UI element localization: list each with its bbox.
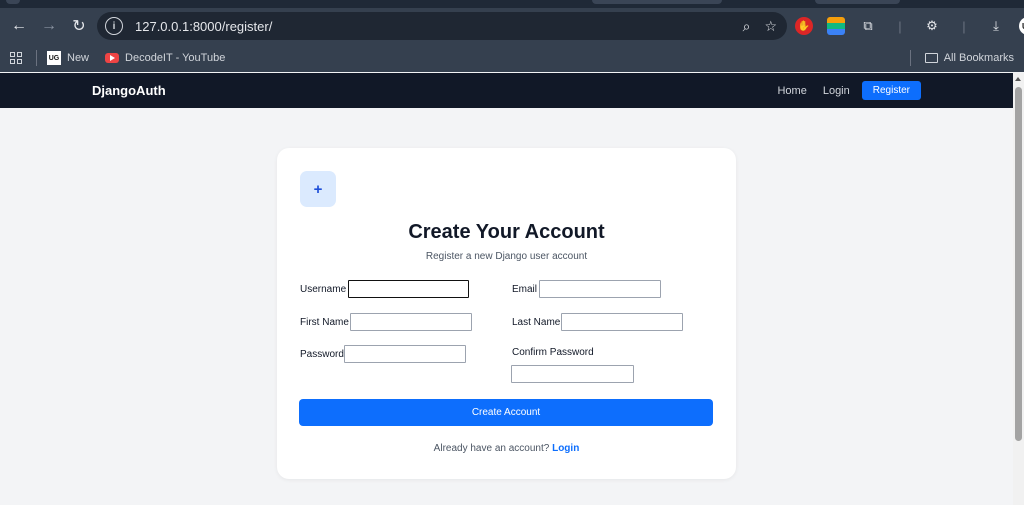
- first-name-label: First Name: [300, 317, 349, 328]
- login-link[interactable]: Login: [552, 443, 579, 454]
- browser-toolbar: ← → ↻ i 127.0.0.1:8000/register/ ⌕ ☆ ✋ ⧉…: [0, 8, 1024, 44]
- password-field-group: Password: [300, 345, 466, 363]
- username-input[interactable]: [348, 280, 469, 298]
- login-prompt: Already have an account? Login: [277, 443, 736, 454]
- bookmark-youtube[interactable]: DecodeIT - YouTube: [105, 52, 225, 64]
- download-icon[interactable]: ⤓: [987, 17, 1005, 35]
- performance-icon[interactable]: ⚙: [923, 17, 941, 35]
- bookmark-label: New: [67, 52, 90, 64]
- login-prompt-text: Already have an account?: [433, 443, 550, 454]
- last-name-label: Last Name: [512, 317, 561, 328]
- username-field-group: Username: [300, 280, 469, 298]
- all-bookmarks[interactable]: All Bookmarks: [909, 44, 1014, 72]
- youtube-icon: [105, 53, 120, 63]
- brand-logo[interactable]: DjangoAuth: [92, 83, 166, 98]
- nav-home-link[interactable]: Home: [769, 82, 814, 100]
- confirm-password-label: Confirm Password: [512, 347, 594, 358]
- ug-bookmark-icon: UG: [47, 51, 61, 65]
- nav-register-button[interactable]: Register: [861, 81, 921, 100]
- reload-icon[interactable]: ↻: [65, 12, 93, 40]
- email-label: Email: [512, 284, 538, 295]
- tab-edge[interactable]: [592, 0, 722, 4]
- scroll-up-arrow-icon[interactable]: [1015, 77, 1021, 81]
- bookmark-star-icon[interactable]: ☆: [764, 18, 777, 35]
- first-name-field-group: First Name: [300, 313, 472, 331]
- apps-grid-icon[interactable]: [10, 52, 22, 64]
- separator-line-icon: |: [962, 18, 966, 34]
- username-label: Username: [300, 284, 347, 295]
- address-bar[interactable]: i 127.0.0.1:8000/register/ ⌕ ☆: [97, 12, 787, 40]
- page-scrollbar[interactable]: [1013, 73, 1024, 505]
- bookmarks-separator: [36, 50, 37, 66]
- zoom-icon[interactable]: ⌕: [743, 18, 751, 35]
- last-name-field-group: Last Name: [512, 313, 683, 331]
- stop-extension-icon[interactable]: ✋: [795, 17, 813, 35]
- all-bookmarks-label: All Bookmarks: [943, 52, 1014, 64]
- site-navbar: DjangoAuth Home Login Register: [0, 73, 1013, 108]
- folder-icon: [924, 53, 938, 63]
- browser-tab-strip: [0, 0, 1024, 8]
- site-info-icon[interactable]: i: [105, 17, 123, 35]
- separator-line-icon: |: [898, 18, 902, 34]
- bookmarks-bar: UG New DecodeIT - YouTube All Bookmarks: [0, 44, 1024, 72]
- scroll-thumb[interactable]: [1015, 87, 1022, 441]
- password-input[interactable]: [344, 345, 466, 363]
- back-arrow-icon[interactable]: ←: [5, 12, 33, 40]
- bookmarks-separator: [909, 50, 911, 66]
- confirm-password-field-group: Confirm Password: [511, 347, 634, 383]
- create-account-button[interactable]: Create Account: [299, 399, 713, 426]
- bookmark-new[interactable]: UG New: [47, 51, 89, 65]
- first-name-input[interactable]: [350, 313, 472, 331]
- bookmark-label: DecodeIT - YouTube: [125, 52, 226, 64]
- tab-edge[interactable]: [815, 0, 900, 4]
- profile-avatar[interactable]: UG: [1019, 17, 1024, 35]
- add-user-icon: +: [300, 171, 336, 207]
- forward-arrow-icon[interactable]: →: [35, 12, 63, 40]
- url-text[interactable]: 127.0.0.1:8000/register/: [135, 19, 272, 34]
- extensions-puzzle-icon[interactable]: ⧉: [859, 17, 877, 35]
- password-label: Password: [300, 349, 344, 360]
- tab-edge[interactable]: [6, 0, 20, 4]
- palette-extension-icon[interactable]: [827, 17, 845, 35]
- nav-links: Home Login Register: [769, 81, 921, 100]
- nav-login-link[interactable]: Login: [815, 82, 858, 100]
- last-name-input[interactable]: [561, 313, 683, 331]
- email-field-group: Email: [512, 280, 661, 298]
- email-input[interactable]: [539, 280, 661, 298]
- register-card: + Create Your Account Register a new Dja…: [277, 148, 736, 479]
- page-subtitle: Register a new Django user account: [425, 251, 588, 262]
- extensions-area: ✋ ⧉ | ⚙ | ⤓ UG ⋮: [795, 12, 1024, 40]
- page-title: Create Your Account: [408, 221, 605, 243]
- confirm-password-input[interactable]: [511, 365, 634, 383]
